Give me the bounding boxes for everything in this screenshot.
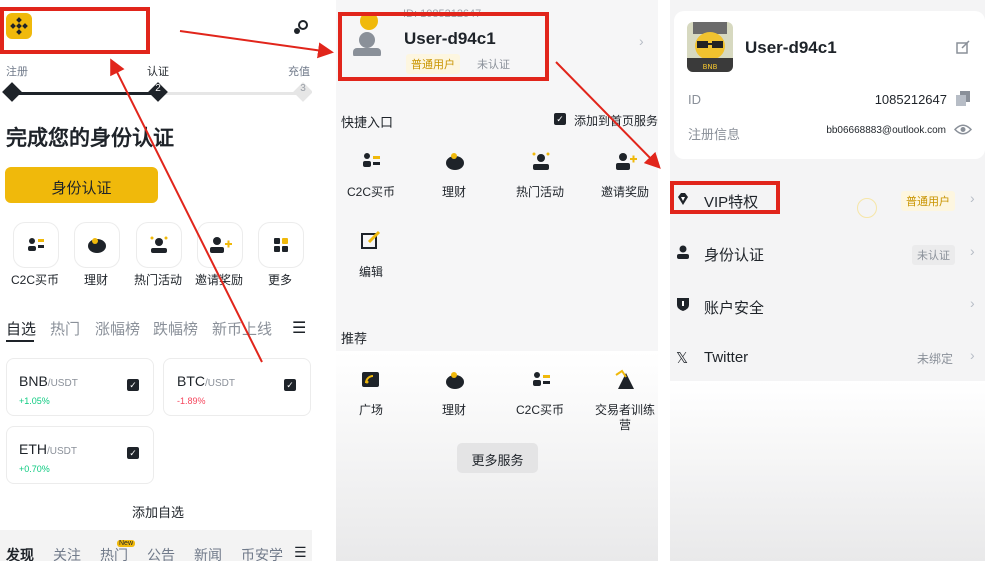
arrow-menu-to-logo (110, 58, 263, 363)
annotation-arrows (110, 30, 661, 363)
arrow-profile-to-vip (555, 61, 661, 169)
arrow-logo-to-profile (179, 30, 334, 59)
